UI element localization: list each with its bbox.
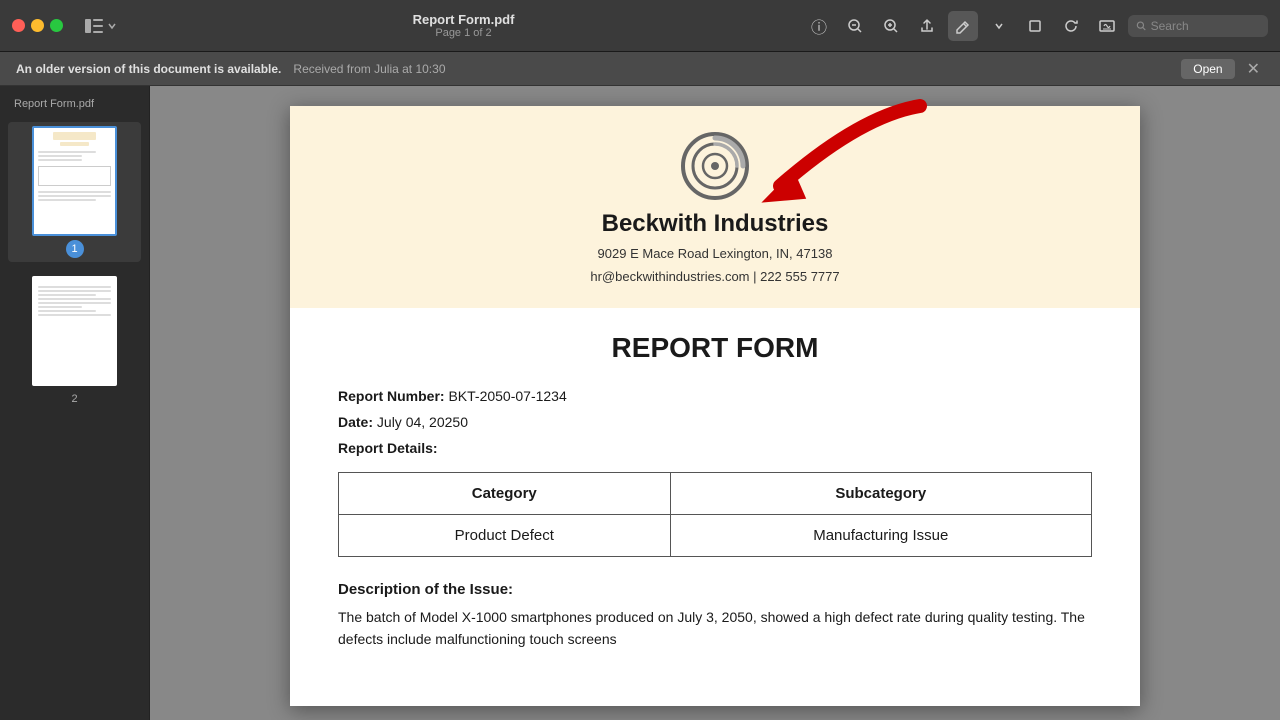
mini-header-2: [60, 142, 89, 146]
title-bar: Report Form.pdf Page 1 of 2 ⓘ: [0, 0, 1280, 52]
company-name: Beckwith Industries: [602, 210, 829, 238]
page-2-preview: [32, 276, 117, 386]
page-2-number: 2: [66, 390, 84, 408]
info-icon[interactable]: ⓘ: [804, 11, 834, 41]
company-contact: hr@beckwithindustries.com | 222 555 7777: [590, 269, 839, 284]
mini-line: [38, 290, 111, 292]
company-logo: [679, 130, 751, 202]
mini-line: [38, 298, 111, 300]
minimize-button[interactable]: [31, 19, 44, 32]
pdf-body: REPORT FORM Report Number: BKT-2050-07-1…: [290, 308, 1140, 675]
notification-open-button[interactable]: Open: [1181, 59, 1234, 79]
mini-line: [38, 151, 96, 153]
page-1-preview: [32, 126, 117, 236]
mini-line: [38, 195, 111, 197]
report-title: REPORT FORM: [338, 332, 1092, 364]
category-table: Category Subcategory Product Defect Manu…: [338, 472, 1092, 557]
date-value: July 04, 20250: [377, 414, 468, 430]
sign-icon[interactable]: [1092, 11, 1122, 41]
mini-line: [38, 294, 96, 296]
frame-icon[interactable]: [1020, 11, 1050, 41]
table-cell-subcategory: Manufacturing Issue: [670, 515, 1091, 557]
maximize-button[interactable]: [50, 19, 63, 32]
share-icon[interactable]: [912, 11, 942, 41]
close-button[interactable]: [12, 19, 25, 32]
chevron-down-icon: [107, 21, 117, 31]
mini-line: [38, 155, 82, 157]
notification-close-button[interactable]: ✕: [1243, 59, 1264, 79]
table-header-subcategory: Subcategory: [670, 473, 1091, 515]
table-cell-category: Product Defect: [339, 515, 671, 557]
report-details-label: Report Details:: [338, 440, 1092, 456]
pdf-page: Beckwith Industries 9029 E Mace Road Lex…: [290, 106, 1140, 706]
thumbnail-page-1[interactable]: 1: [8, 122, 141, 262]
mini-line: [38, 314, 111, 316]
notification-bar: An older version of this document is ava…: [0, 52, 1280, 86]
pdf-header: Beckwith Industries 9029 E Mace Road Lex…: [290, 106, 1140, 308]
notification-message: An older version of this document is ava…: [16, 62, 281, 76]
mini-line: [38, 302, 111, 304]
description-title: Description of the Issue:: [338, 581, 1092, 598]
search-box[interactable]: [1128, 15, 1268, 37]
thumbnail-page-2[interactable]: 2: [8, 272, 141, 412]
rotate-icon[interactable]: [1056, 11, 1086, 41]
sidebar-filename: Report Form.pdf: [8, 96, 141, 112]
document-title: Report Form.pdf: [413, 12, 515, 27]
report-number-value: BKT-2050-07-1234: [448, 388, 566, 404]
main-area: Report Form.pdf 1: [0, 86, 1280, 720]
title-section: Report Form.pdf Page 1 of 2: [131, 12, 796, 39]
mini-header-1: [53, 132, 97, 140]
zoom-in-icon[interactable]: [876, 11, 906, 41]
mini-line: [38, 306, 82, 308]
mini-line: [38, 191, 111, 193]
sidebar-toggle[interactable]: [79, 15, 123, 37]
table-header-category: Category: [339, 473, 671, 515]
traffic-lights: [12, 19, 63, 32]
page-indicator: Page 1 of 2: [435, 27, 491, 39]
notification-detail: Received from Julia at 10:30: [293, 62, 445, 76]
toolbar-icons: ⓘ: [804, 11, 1268, 41]
table-row: Product Defect Manufacturing Issue: [339, 515, 1092, 557]
mini-table: [38, 166, 111, 186]
zoom-out-icon[interactable]: [840, 11, 870, 41]
mini-line: [38, 310, 96, 312]
search-icon: [1136, 20, 1147, 32]
markup-chevron-icon[interactable]: [984, 11, 1014, 41]
markup-icon[interactable]: [948, 11, 978, 41]
mini-line: [38, 199, 96, 201]
sidebar: Report Form.pdf 1: [0, 86, 150, 720]
sidebar-icon: [85, 19, 103, 33]
mini-line: [38, 159, 82, 161]
pdf-viewer[interactable]: Beckwith Industries 9029 E Mace Road Lex…: [150, 86, 1280, 720]
date-field: Date: July 04, 20250: [338, 414, 1092, 430]
company-address: 9029 E Mace Road Lexington, IN, 47138: [598, 246, 833, 261]
search-input[interactable]: [1151, 19, 1260, 33]
description-text: The batch of Model X-1000 smartphones pr…: [338, 606, 1092, 651]
report-number-field: Report Number: BKT-2050-07-1234: [338, 388, 1092, 404]
page-1-number: 1: [66, 240, 84, 258]
mini-line: [38, 286, 111, 288]
